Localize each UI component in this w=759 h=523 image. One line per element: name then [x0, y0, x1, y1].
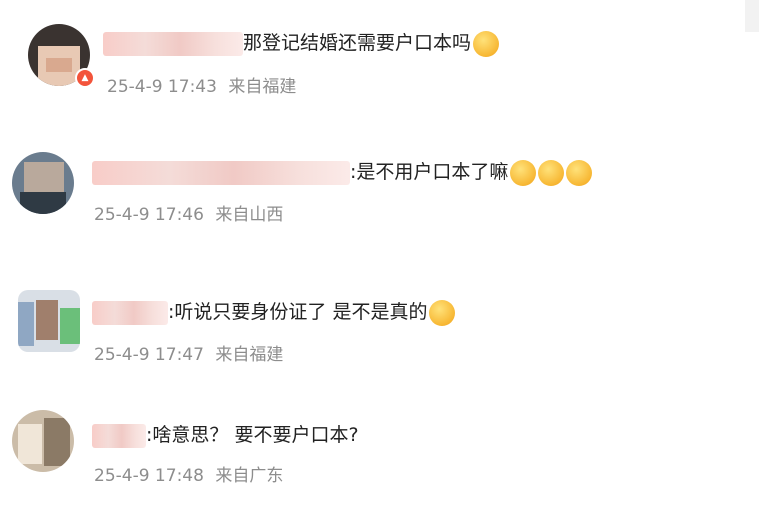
- party-face-emoji-icon: [538, 159, 565, 186]
- timestamp: 25-4-9 17:46: [94, 205, 204, 225]
- timestamp: 25-4-9 17:48: [94, 466, 204, 486]
- timestamp: 25-4-9 17:47: [94, 345, 204, 365]
- avatar[interactable]: [12, 410, 74, 472]
- blurred-username[interactable]: [92, 300, 168, 325]
- party-face-emoji-icon: [566, 159, 593, 186]
- comment-item: :啥意思？ 要不要户口本? 25-4-9 17:48 来自广东: [0, 0, 759, 486]
- party-face-emoji-icon: [510, 159, 537, 186]
- comment-text: :是不用户口本了嘛: [350, 161, 509, 183]
- location: 来自福建: [215, 345, 284, 365]
- location: 来自广东: [215, 466, 284, 486]
- comment-text: :听说只要身份证了 是不是真的: [168, 301, 428, 323]
- avatar[interactable]: [18, 290, 80, 352]
- location: 来自山西: [215, 205, 284, 225]
- nerd-face-emoji-icon: [429, 299, 456, 326]
- avatar[interactable]: [12, 152, 74, 214]
- scrollbar-track[interactable]: [745, 0, 759, 32]
- comment-text: :啥意思？ 要不要户口本?: [146, 424, 359, 446]
- blurred-username[interactable]: [92, 160, 350, 185]
- blurred-username[interactable]: [92, 423, 146, 448]
